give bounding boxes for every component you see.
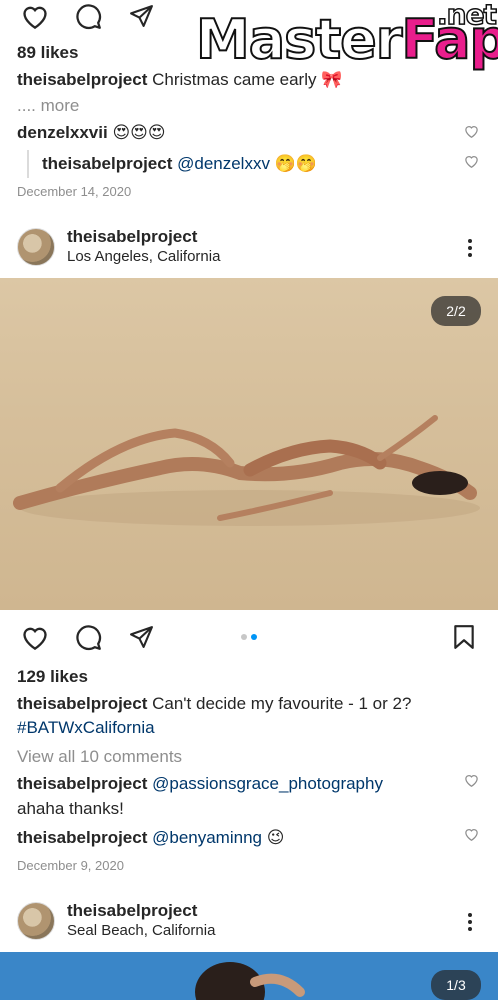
view-all-comments-link[interactable]: View all 10 comments bbox=[17, 747, 182, 767]
likes-count[interactable]: 89 likes bbox=[17, 43, 78, 63]
comment-mention[interactable]: @passionsgrace_photography bbox=[152, 774, 383, 793]
avatar[interactable] bbox=[17, 902, 55, 940]
comment-mention[interactable]: @benyaminng bbox=[152, 828, 262, 847]
reply: theisabelproject @denzelxxv 🤭🤭 bbox=[42, 154, 317, 174]
comment-username[interactable]: theisabelproject bbox=[17, 828, 147, 847]
caption-username[interactable]: theisabelproject bbox=[17, 694, 147, 713]
comment-username[interactable]: theisabelproject bbox=[17, 774, 147, 793]
caption-text: Christmas came early 🎀 bbox=[152, 70, 343, 89]
beach-photo bbox=[13, 415, 480, 526]
reply-mention[interactable]: @denzelxxv bbox=[177, 154, 270, 173]
reply-emoji: 🤭🤭 bbox=[274, 154, 318, 173]
post-image[interactable]: 1/3 bbox=[0, 952, 498, 1000]
share-icon[interactable] bbox=[128, 3, 155, 28]
watermark-net: .net bbox=[436, 0, 497, 32]
post-username[interactable]: theisabelproject bbox=[67, 227, 197, 247]
more-options-icon[interactable] bbox=[468, 236, 472, 260]
comment-icon[interactable] bbox=[75, 3, 102, 30]
comment-text: 😍😍😍 bbox=[112, 123, 166, 142]
post-location[interactable]: Seal Beach, California bbox=[67, 922, 215, 939]
caption-text: Can't decide my favourite - 1 or 2? bbox=[152, 694, 412, 713]
image-counter-badge: 2/2 bbox=[431, 296, 481, 326]
reply-divider bbox=[27, 150, 29, 178]
comment-like-heart-icon[interactable] bbox=[464, 124, 479, 138]
more-link[interactable]: .... more bbox=[17, 96, 79, 116]
image-counter-badge: 1/3 bbox=[431, 970, 481, 1000]
comment-icon[interactable] bbox=[75, 624, 102, 651]
post-caption: theisabelproject Christmas came early 🎀 bbox=[17, 70, 342, 90]
comment: denzelxxvii 😍😍😍 bbox=[17, 123, 166, 143]
reply-like-heart-icon[interactable] bbox=[464, 154, 479, 168]
comment-like-heart-icon[interactable] bbox=[464, 827, 479, 841]
comment-text: ahaha thanks! bbox=[17, 799, 124, 818]
post-date: December 14, 2020 bbox=[17, 184, 132, 199]
caption-username[interactable]: theisabelproject bbox=[17, 70, 147, 89]
bookmark-icon[interactable] bbox=[453, 624, 475, 650]
like-heart-icon[interactable] bbox=[21, 624, 49, 650]
more-options-icon[interactable] bbox=[468, 910, 472, 934]
carousel-dot bbox=[241, 634, 247, 640]
carousel-dot-active bbox=[251, 634, 257, 640]
post-image[interactable]: 2/2 bbox=[0, 278, 498, 610]
likes-count[interactable]: 129 likes bbox=[17, 667, 88, 687]
post-date: December 9, 2020 bbox=[17, 858, 124, 873]
post-caption: theisabelproject Can't decide my favouri… bbox=[17, 694, 411, 714]
comment: theisabelproject @benyaminng 😉 bbox=[17, 828, 284, 848]
post-location[interactable]: Los Angeles, California bbox=[67, 248, 220, 265]
comment-like-heart-icon[interactable] bbox=[464, 773, 479, 787]
reply-username[interactable]: theisabelproject bbox=[42, 154, 172, 173]
hashtag-link[interactable]: #BATWxCalifornia bbox=[17, 718, 155, 738]
watermark-master: Master bbox=[195, 7, 403, 72]
share-icon[interactable] bbox=[128, 624, 155, 649]
comment: theisabelproject @passionsgrace_photogra… bbox=[17, 774, 383, 794]
post-username[interactable]: theisabelproject bbox=[67, 901, 197, 921]
comment-username[interactable]: denzelxxvii bbox=[17, 123, 108, 142]
comment-emoji: 😉 bbox=[266, 828, 285, 847]
avatar[interactable] bbox=[17, 228, 55, 266]
like-heart-icon[interactable] bbox=[21, 3, 49, 29]
beach-photo bbox=[195, 962, 305, 1000]
